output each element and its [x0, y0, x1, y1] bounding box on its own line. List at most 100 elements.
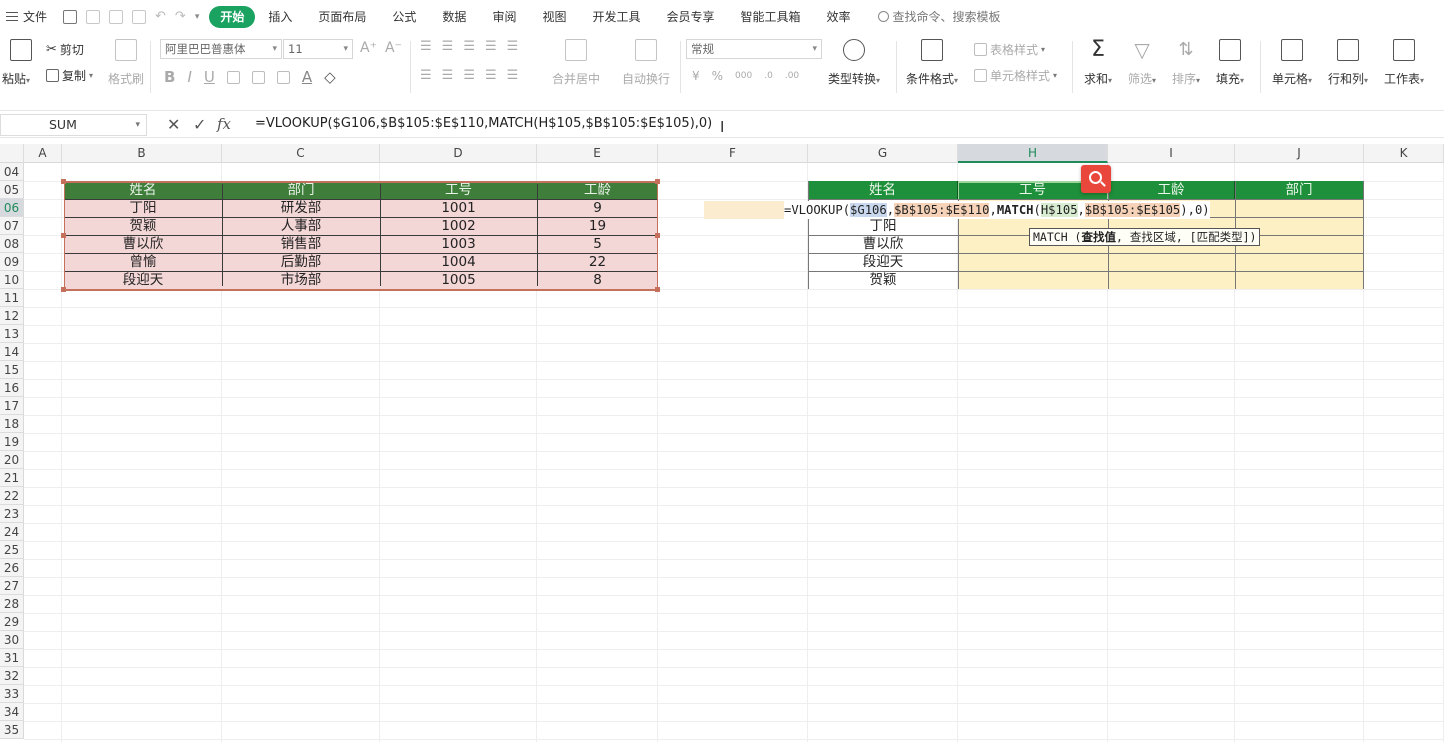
wrap-text-button[interactable]: 自动换行: [622, 39, 670, 87]
row-header-20[interactable]: 20: [0, 451, 24, 469]
indent-increase-icon[interactable]: ☰: [507, 39, 519, 54]
row-header-16[interactable]: 16: [0, 379, 24, 397]
range-handle[interactable]: [655, 287, 660, 292]
number-format-select[interactable]: 常规 ▾: [686, 39, 822, 59]
row-header-15[interactable]: 15: [0, 361, 24, 379]
range-handle[interactable]: [61, 179, 66, 184]
percent-icon[interactable]: %: [712, 69, 723, 83]
merge-center-button[interactable]: 合并居中: [552, 39, 600, 87]
employee-header-cell[interactable]: 部门: [222, 181, 380, 199]
print-icon[interactable]: [109, 9, 124, 24]
column-header-A[interactable]: A: [24, 144, 62, 163]
employee-header-cell[interactable]: 姓名: [64, 181, 222, 199]
employee-cell[interactable]: 丁阳: [64, 199, 222, 217]
employee-cell[interactable]: 19: [537, 217, 658, 235]
formula-input[interactable]: =VLOOKUP($G106,$B$105:$E$110,MATCH(H$105…: [243, 114, 1439, 136]
print-preview-icon[interactable]: [132, 9, 147, 24]
employee-cell[interactable]: 段迎天: [64, 271, 222, 289]
file-menu[interactable]: 文件: [6, 8, 47, 25]
row-header-14[interactable]: 14: [0, 343, 24, 361]
border-icon[interactable]: [226, 70, 240, 84]
employee-cell[interactable]: 销售部: [222, 235, 380, 253]
row-header-26[interactable]: 26: [0, 559, 24, 577]
clear-format-icon[interactable]: ◇: [324, 68, 336, 86]
tab-6[interactable]: 视图: [529, 6, 579, 28]
cancel-icon[interactable]: ✕: [167, 115, 180, 134]
row-header-31[interactable]: 31: [0, 649, 24, 667]
command-search[interactable]: 查找命令、搜索模板: [877, 8, 1001, 25]
lookup-name-cell[interactable]: 丁阳: [808, 217, 958, 235]
font-name-select[interactable]: 阿里巴巴普惠体 ▾: [160, 39, 282, 59]
employee-header-cell[interactable]: 工龄: [537, 181, 658, 199]
increase-font-icon[interactable]: A⁺: [360, 40, 377, 56]
range-handle[interactable]: [655, 233, 660, 238]
row-header-13[interactable]: 13: [0, 325, 24, 343]
row-header-05[interactable]: 05: [0, 181, 24, 199]
employee-cell[interactable]: 22: [537, 253, 658, 271]
lookup-header-cell[interactable]: 姓名: [808, 181, 958, 199]
row-header-06[interactable]: 06: [0, 199, 24, 217]
conditional-format-button[interactable]: 条件格式▾: [906, 39, 958, 87]
employee-cell[interactable]: 1003: [380, 235, 537, 253]
employee-cell[interactable]: 1004: [380, 253, 537, 271]
employee-cell[interactable]: 8: [537, 271, 658, 289]
decrease-decimal-icon[interactable]: .00: [785, 71, 799, 81]
tab-3[interactable]: 公式: [379, 6, 429, 28]
increase-decimal-icon[interactable]: .0: [764, 71, 773, 81]
employee-header-cell[interactable]: 工号: [380, 181, 537, 199]
row-header-18[interactable]: 18: [0, 415, 24, 433]
column-header-K[interactable]: K: [1364, 144, 1444, 163]
row-header-29[interactable]: 29: [0, 613, 24, 631]
tab-0[interactable]: 开始: [209, 5, 256, 28]
row-header-27[interactable]: 27: [0, 577, 24, 595]
sort-button[interactable]: ⇅ 排序▾: [1172, 39, 1200, 87]
fill-color-icon[interactable]: [251, 70, 265, 84]
align-center-icon[interactable]: ☰: [442, 68, 454, 83]
column-header-G[interactable]: G: [808, 144, 958, 163]
row-header-12[interactable]: 12: [0, 307, 24, 325]
worksheet-grid[interactable]: ABCDEFGHIJK 04 05 06 07 08 09 10 11 12 13 14 15 16 17…: [0, 144, 1444, 742]
row-header-21[interactable]: 21: [0, 469, 24, 487]
column-header-H[interactable]: H: [958, 144, 1108, 163]
row-header-33[interactable]: 33: [0, 685, 24, 703]
employee-cell[interactable]: 5: [537, 235, 658, 253]
employee-cell[interactable]: 研发部: [222, 199, 380, 217]
redo-icon[interactable]: ↷: [175, 9, 186, 24]
copy-button[interactable]: 复制 ▾: [46, 67, 93, 84]
font-size-select[interactable]: 11 ▾: [283, 39, 353, 59]
lookup-name-cell[interactable]: 曹以欣: [808, 235, 958, 253]
filter-button[interactable]: ▽ 筛选▾: [1128, 39, 1156, 87]
italic-icon[interactable]: I: [187, 68, 191, 86]
row-header-10[interactable]: 10: [0, 271, 24, 289]
fx-icon[interactable]: fx: [217, 115, 231, 133]
tab-9[interactable]: 智能工具箱: [728, 6, 814, 28]
indent-decrease-icon[interactable]: ☰: [485, 39, 497, 54]
range-handle[interactable]: [655, 179, 660, 184]
lookup-name-cell[interactable]: 贺颖: [808, 271, 958, 289]
tab-5[interactable]: 审阅: [479, 6, 529, 28]
decrease-font-icon[interactable]: A⁻: [385, 40, 402, 56]
employee-cell[interactable]: 贺颖: [64, 217, 222, 235]
currency-icon[interactable]: ¥: [692, 69, 700, 83]
employee-cell[interactable]: 1001: [380, 199, 537, 217]
row-header-04[interactable]: 04: [0, 163, 24, 181]
tab-7[interactable]: 开发工具: [579, 6, 653, 28]
underline-icon[interactable]: U: [204, 68, 215, 86]
row-header-24[interactable]: 24: [0, 523, 24, 541]
lookup-name-cell[interactable]: 段迎天: [808, 253, 958, 271]
format-painter-button[interactable]: 格式刷: [108, 39, 144, 87]
employee-cell[interactable]: 人事部: [222, 217, 380, 235]
bold-icon[interactable]: B: [164, 68, 175, 86]
column-header-B[interactable]: B: [62, 144, 222, 163]
cut-button[interactable]: ✂ 剪切: [46, 41, 84, 58]
type-convert-button[interactable]: 类型转换▾: [828, 39, 880, 87]
tab-4[interactable]: 数据: [429, 6, 479, 28]
paste-button[interactable]: 粘贴▾: [2, 39, 32, 87]
lookup-header-cell[interactable]: 工龄: [1108, 181, 1235, 199]
column-header-E[interactable]: E: [537, 144, 658, 163]
column-header-F[interactable]: F: [658, 144, 808, 163]
row-header-09[interactable]: 09: [0, 253, 24, 271]
row-header-22[interactable]: 22: [0, 487, 24, 505]
tab-8[interactable]: 会员专享: [653, 6, 727, 28]
shape-fill-icon[interactable]: [276, 70, 290, 84]
